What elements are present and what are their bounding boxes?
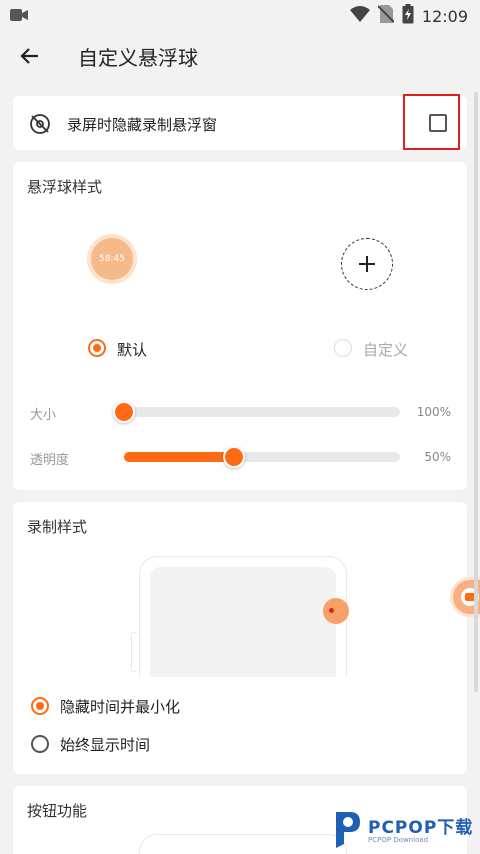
size-label: 大小 — [30, 408, 57, 423]
scrollbar[interactable] — [474, 92, 478, 692]
opacity-label: 透明度 — [30, 453, 70, 468]
add-custom-ball-button[interactable] — [341, 238, 393, 290]
opacity-slider-thumb[interactable] — [223, 446, 246, 468]
hide-float-label: 录屏时隐藏录制悬浮窗 — [67, 116, 218, 134]
default-ball-preview[interactable]: 58:45 — [91, 238, 133, 280]
phone-preview-2 — [139, 834, 347, 854]
size-value: 100% — [416, 405, 451, 419]
battery-charging-icon — [402, 4, 414, 28]
opacity-value: 50% — [424, 450, 451, 464]
pcpop-logo-icon — [330, 808, 362, 848]
size-slider[interactable] — [113, 401, 400, 423]
video-camera-icon — [10, 7, 28, 26]
radio-custom-label: 自定义 — [363, 341, 409, 359]
radio-hide-time-label: 隐藏时间并最小化 — [60, 698, 181, 716]
radio-show-time[interactable] — [31, 735, 49, 753]
phone-preview — [139, 556, 347, 677]
clock: 12:09 — [421, 6, 468, 26]
opacity-slider[interactable] — [124, 446, 400, 468]
watermark-main: PCPOP下载 — [368, 817, 474, 838]
ball-time: 58:45 — [99, 254, 125, 264]
size-slider-thumb[interactable] — [113, 401, 135, 423]
phone-screen — [150, 567, 336, 677]
app-bar: 自定义悬浮球 — [0, 28, 480, 84]
back-arrow-icon[interactable] — [18, 44, 42, 68]
eye-off-icon — [29, 113, 51, 139]
page-title: 自定义悬浮球 — [78, 46, 198, 70]
ball-style-card: 悬浮球样式 58:45 默认 自定义 大小 100% 透明度 50% — [13, 162, 467, 490]
wifi-icon — [349, 6, 370, 26]
plus-icon — [359, 256, 375, 272]
record-style-card: 录制样式 隐藏时间并最小化 始终显示时间 — [13, 502, 467, 774]
radio-custom[interactable] — [334, 339, 352, 357]
radio-default[interactable] — [88, 339, 106, 357]
ball-style-title: 悬浮球样式 — [27, 178, 103, 196]
phone-side-button — [131, 632, 137, 672]
radio-hide-time[interactable] — [31, 697, 49, 715]
hide-float-row[interactable]: 录屏时隐藏录制悬浮窗 — [13, 96, 467, 150]
status-bar: 12:09 — [0, 0, 480, 28]
opacity-slider-fill — [124, 452, 235, 462]
minimized-record-ball — [323, 598, 349, 624]
highlight-box — [403, 94, 460, 150]
watermark: PCPOP下载 PCPOP Download — [330, 808, 473, 848]
radio-default-label: 默认 — [117, 341, 148, 359]
record-style-title: 录制样式 — [27, 518, 88, 536]
no-sim-icon — [377, 5, 395, 27]
radio-show-time-label: 始终显示时间 — [60, 736, 151, 754]
button-function-title: 按钮功能 — [27, 802, 88, 820]
